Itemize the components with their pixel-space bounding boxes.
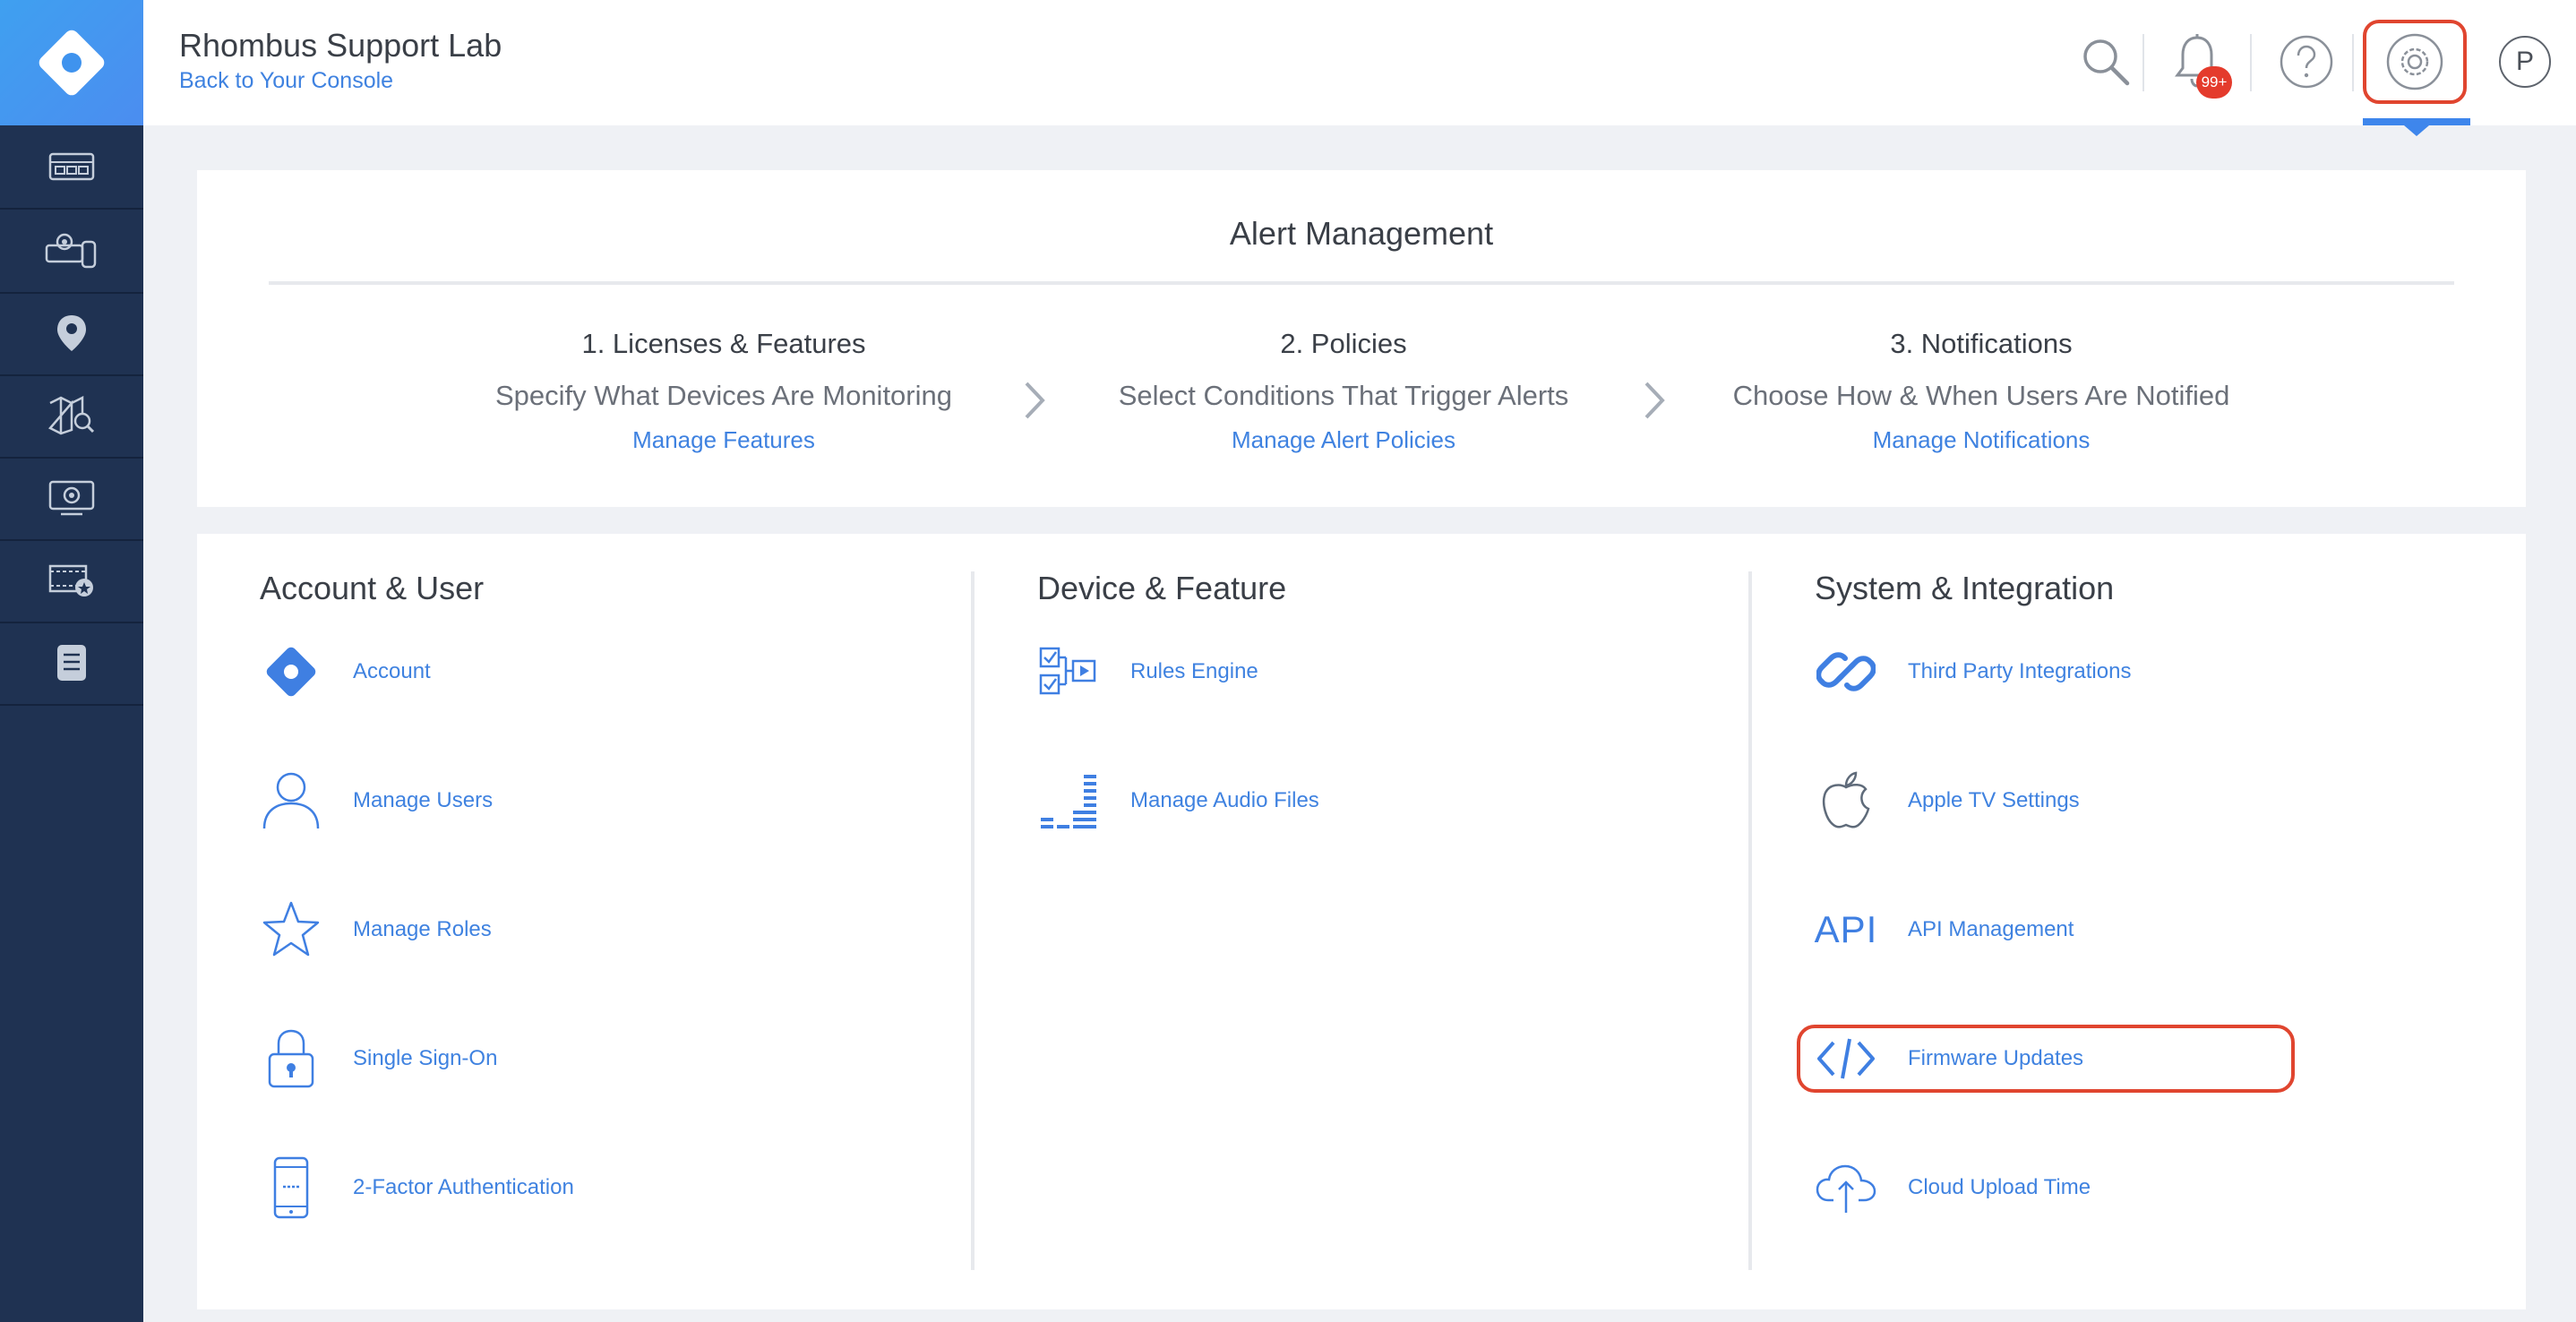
step-title: 1. Licenses & Features (581, 328, 866, 359)
link-icon (1816, 652, 1876, 691)
phone-icon (273, 1156, 309, 1219)
apple-icon-wrap (1815, 765, 1877, 837)
step-policies: 2. Policies Select Conditions That Trigg… (1075, 328, 1612, 454)
settings-active-indicator (2363, 118, 2470, 125)
help-icon (2280, 35, 2333, 89)
apple-tv-settings-item[interactable]: Apple TV Settings (1815, 765, 2080, 837)
chevron-right-icon (1025, 382, 1045, 419)
account-item[interactable]: Account (260, 636, 431, 708)
manage-notifications-link[interactable]: Manage Notifications (1713, 426, 2250, 454)
location-pin-icon (57, 315, 86, 351)
step-description: Select Conditions That Trigger Alerts (1118, 380, 1569, 411)
sidebar-item-reports[interactable] (0, 622, 143, 706)
devices-icon (45, 233, 97, 269)
header-separator (2352, 34, 2354, 91)
settings-card: Account & User Account Manage Users Mana… (197, 534, 2526, 1309)
notification-badge: 99+ (2196, 66, 2232, 99)
report-icon (57, 645, 86, 681)
sidebar-item-map[interactable] (0, 374, 143, 459)
column-divider (1748, 571, 1752, 1270)
search-icon (2083, 39, 2130, 86)
api-management-label: API Management (1908, 917, 2074, 941)
rules-icon-wrap (1037, 636, 1100, 708)
api-icon-wrap: API (1815, 894, 1877, 966)
alert-management-title: Alert Management (1229, 215, 1494, 252)
search-button[interactable] (2074, 30, 2137, 93)
device-feature-title: Device & Feature (1037, 570, 1287, 606)
step-description: Choose How & When Users Are Notified (1732, 380, 2230, 411)
step-title: 3. Notifications (1890, 328, 2073, 359)
star-icon (262, 901, 320, 957)
org-name: Rhombus Support Lab (179, 27, 502, 64)
alert-divider (269, 281, 2454, 285)
account-label: Account (353, 659, 431, 683)
firmware-updates-highlight (1797, 1025, 2295, 1093)
rhombus-logo-icon (39, 30, 105, 96)
step-title: 2. Policies (1280, 328, 1407, 359)
lock-icon (268, 1029, 314, 1088)
account-user-title: Account & User (260, 570, 485, 606)
avatar[interactable]: P (2499, 36, 2551, 88)
manage-features-link[interactable]: Manage Features (455, 426, 992, 454)
header-separator (2142, 34, 2144, 91)
manage-roles-item[interactable]: Manage Roles (260, 894, 492, 966)
two-factor-item[interactable]: 2-Factor Authentication (260, 1152, 574, 1223)
sidebar-item-dashboard[interactable] (0, 125, 143, 210)
manage-alert-policies-link[interactable]: Manage Alert Policies (1075, 426, 1612, 454)
step-description: Specify What Devices Are Monitoring (495, 380, 952, 411)
single-sign-on-label: Single Sign-On (353, 1046, 498, 1070)
settings-highlight (2363, 20, 2467, 104)
manage-audio-item[interactable]: Manage Audio Files (1037, 765, 1319, 837)
sidebar-item-locations[interactable] (0, 292, 143, 376)
settings-active-caret (2404, 125, 2429, 136)
cloud-icon-wrap (1815, 1152, 1877, 1223)
cloud-upload-icon (1816, 1164, 1876, 1213)
system-integration-title: System & Integration (1815, 570, 2115, 606)
apple-icon (1822, 771, 1870, 828)
audio-icon-wrap (1037, 765, 1100, 837)
back-to-console-link[interactable]: Back to Your Console (179, 68, 393, 94)
integrations-icon-wrap (1815, 636, 1877, 708)
sidebar-item-devices[interactable] (0, 210, 143, 294)
audio-levels-icon (1041, 775, 1096, 828)
api-icon: API (1814, 908, 1878, 950)
help-button[interactable] (2275, 30, 2338, 93)
rules-engine-label: Rules Engine (1130, 659, 1258, 683)
apple-tv-settings-label: Apple TV Settings (1908, 788, 2080, 812)
manage-audio-label: Manage Audio Files (1130, 788, 1319, 812)
column-divider (971, 571, 975, 1270)
account-icon-wrap (260, 636, 322, 708)
api-management-item[interactable]: API API Management (1815, 894, 2074, 966)
saved-video-icon (48, 564, 93, 597)
two-factor-icon-wrap (260, 1152, 322, 1223)
sso-icon-wrap (260, 1023, 322, 1095)
map-search-icon (48, 396, 95, 435)
third-party-integrations-label: Third Party Integrations (1908, 659, 2132, 683)
rhombus-logo[interactable] (0, 0, 143, 125)
manage-roles-label: Manage Roles (353, 917, 492, 941)
third-party-integrations-item[interactable]: Third Party Integrations (1815, 636, 2131, 708)
sidebar (0, 0, 143, 1322)
chevron-right-icon (1644, 382, 1665, 419)
video-wall-icon (48, 480, 95, 516)
two-factor-label: 2-Factor Authentication (353, 1175, 574, 1199)
cloud-upload-time-label: Cloud Upload Time (1908, 1175, 2091, 1199)
sidebar-item-video-wall[interactable] (0, 457, 143, 541)
step-notifications: 3. Notifications Choose How & When Users… (1713, 328, 2250, 454)
user-icon (262, 772, 320, 829)
manage-users-label: Manage Users (353, 788, 494, 812)
roles-icon-wrap (260, 894, 322, 966)
step-licenses: 1. Licenses & Features Specify What Devi… (455, 328, 992, 454)
dashboard-icon (48, 152, 95, 181)
manage-users-item[interactable]: Manage Users (260, 765, 493, 837)
sidebar-item-saved-videos[interactable] (0, 539, 143, 623)
alert-management-card: Alert Management 1. Licenses & Features … (197, 170, 2526, 507)
rules-engine-item[interactable]: Rules Engine (1037, 636, 1258, 708)
header-separator (2250, 34, 2252, 91)
single-sign-on-item[interactable]: Single Sign-On (260, 1023, 497, 1095)
cloud-upload-time-item[interactable]: Cloud Upload Time (1815, 1152, 2091, 1223)
rules-icon (1039, 647, 1096, 695)
users-icon-wrap (260, 765, 322, 837)
rhombus-logo-icon (266, 647, 316, 697)
